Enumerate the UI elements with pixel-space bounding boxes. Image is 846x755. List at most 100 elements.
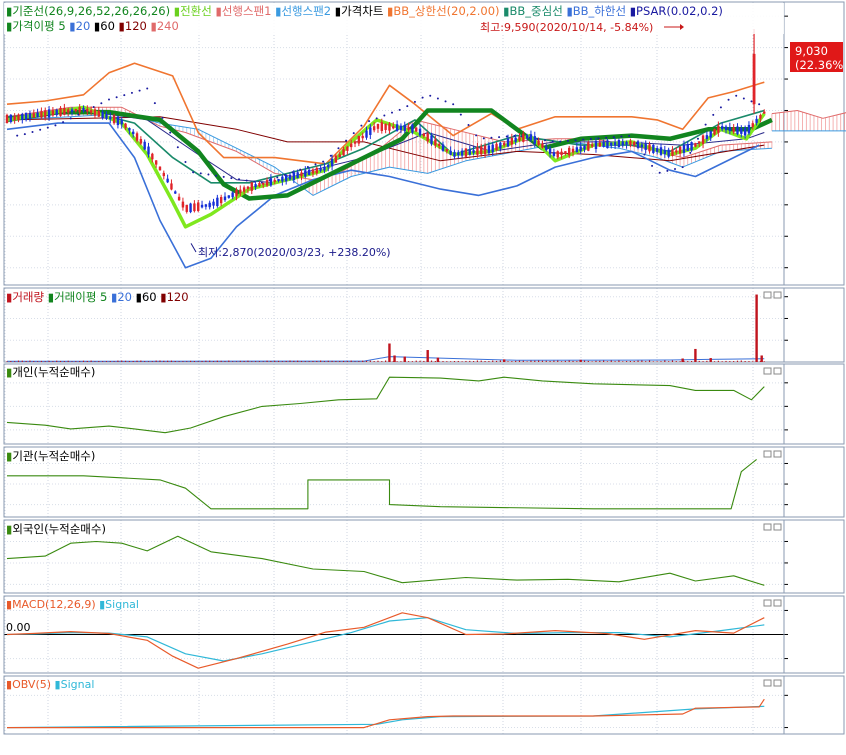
candle-body [671, 149, 674, 156]
psar-dot [230, 177, 233, 180]
psar-dot [398, 108, 401, 111]
candle-body [105, 114, 108, 119]
psar-dot [337, 147, 340, 150]
candle-body [28, 113, 32, 119]
psar-dot [429, 94, 432, 97]
candle-body [652, 144, 655, 153]
candle-body [342, 149, 345, 156]
candle-body [59, 107, 62, 116]
candle-body [17, 114, 20, 121]
candle-body [430, 135, 433, 145]
candle-body [231, 192, 234, 198]
candle-body [216, 197, 219, 207]
psar-dot [161, 116, 164, 119]
psar-dot [391, 111, 393, 114]
candle-body [598, 142, 601, 147]
psar-dot [153, 102, 156, 105]
candle-body [101, 112, 104, 119]
candle-body [487, 145, 491, 154]
psar-dot [696, 137, 699, 140]
legend-item: 기준선(26,9,26,52,26,26,26) [12, 4, 170, 18]
candle-body [633, 141, 636, 146]
candle-body [273, 179, 276, 182]
volume-bar [403, 356, 406, 362]
candle-body [625, 141, 628, 145]
candle-body [736, 126, 739, 135]
psar-dot [574, 139, 577, 142]
psar-dot [130, 91, 133, 94]
candle-body [277, 178, 280, 181]
candle-body [288, 174, 292, 180]
candle-body [460, 150, 464, 156]
candle-body [506, 138, 510, 147]
candle-body [120, 119, 123, 125]
candle-body [235, 190, 238, 197]
candle-body [579, 146, 582, 151]
candle-body [468, 149, 471, 155]
candle-body [353, 141, 357, 144]
psar-dot [536, 137, 539, 140]
candle-body [227, 195, 231, 198]
candle-body [380, 122, 384, 131]
candle-body [709, 131, 712, 138]
legend-item: 가격이평 5 [12, 19, 65, 33]
candle-body [457, 152, 460, 156]
psar-dot [719, 106, 722, 109]
minimize-icon [763, 291, 772, 299]
candle-body [464, 148, 468, 157]
volume-legend: ▮거래량 ▮거래이평 5 ▮20 ▮60 ▮120 [6, 290, 189, 304]
candle-body [185, 204, 188, 212]
legend-swatch: ▮ [500, 4, 510, 18]
stock-chart: ▮기준선(26,9,26,52,26,26,26) ▮전환선 ▮선행스팬1 ▮선… [0, 0, 846, 751]
legend-swatch: ▮ [212, 4, 222, 18]
legend-item: 120 [167, 290, 189, 304]
candle-body [124, 123, 127, 128]
candle-body [265, 180, 269, 186]
candle-body [208, 202, 211, 208]
volume-bar [755, 294, 758, 362]
candle-body [701, 135, 705, 144]
candle-body [682, 144, 686, 153]
legend-item: PSAR(0.02,0.2) [636, 4, 723, 18]
psar-dot [77, 113, 80, 116]
candle-body [728, 127, 732, 131]
psar-dot [681, 166, 684, 169]
institution-legend: ▮기관(누적순매수) [6, 449, 95, 463]
psar-dot [62, 121, 65, 124]
candle-body [262, 182, 265, 185]
psar-dot [184, 160, 187, 163]
candle-body [338, 154, 341, 158]
psar-dot [643, 153, 646, 156]
legend-item: 선행스팬2 [281, 4, 331, 18]
psar-dot [329, 154, 332, 157]
psar-dot [107, 98, 110, 101]
candle-body [491, 144, 494, 153]
psar-dot [712, 113, 715, 116]
candle-body [376, 123, 380, 129]
candle-body [740, 128, 743, 134]
candle-body [139, 139, 143, 144]
psar-dot [199, 172, 202, 175]
candle-body [24, 112, 28, 121]
candle-body [548, 148, 552, 154]
candle-body [472, 150, 475, 153]
candle-body [522, 133, 525, 142]
candle-body [529, 134, 533, 140]
psar-dot [566, 139, 569, 142]
psar-dot [597, 137, 600, 140]
candle-body [82, 107, 85, 111]
maximize-icon [773, 291, 782, 299]
candle-body [629, 141, 632, 145]
candle-body [189, 203, 192, 213]
candle-body [97, 110, 100, 117]
candle-body [560, 151, 563, 156]
psar-dot [605, 136, 608, 139]
psar-dot [658, 171, 661, 174]
legend-swatch: ▮ [44, 290, 54, 304]
psar-dot [46, 126, 49, 129]
candle-body [174, 191, 177, 194]
psar-dot [475, 134, 478, 137]
candle-body [154, 160, 158, 165]
psar-dot [742, 97, 745, 100]
legend-swatch: ▮ [563, 4, 573, 18]
